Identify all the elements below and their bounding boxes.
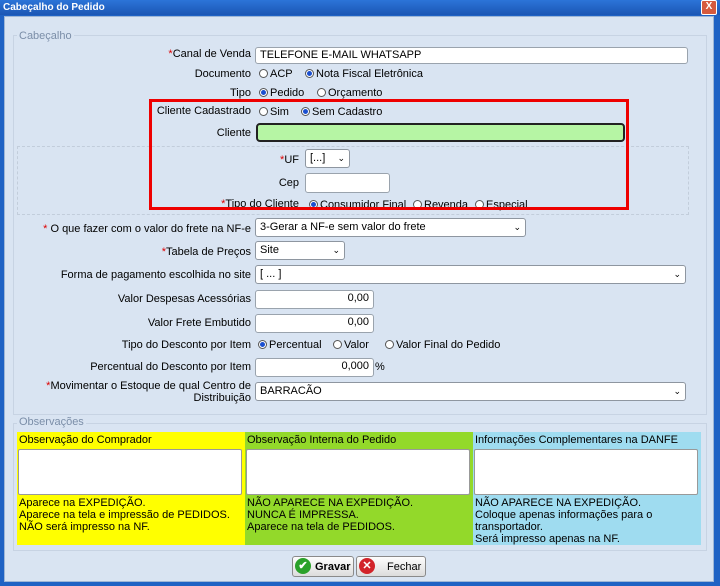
- perc-desconto-input[interactable]: 0,000: [255, 358, 374, 377]
- title-bar: Cabeçalho do Pedido X: [0, 0, 720, 15]
- tabela-select[interactable]: Site ⌄: [255, 241, 345, 260]
- tipo-pedido-radio[interactable]: Pedido: [259, 87, 304, 99]
- obs-danfe-title: Informações Complementares na DANFE: [475, 434, 678, 446]
- obs-danfe-note: Será impresso apenas na NF.: [475, 533, 620, 545]
- obs-danfe-panel: Informações Complementares na DANFE NÃO …: [473, 432, 701, 545]
- canal-input[interactable]: TELEFONE E-MAIL WHATSAPP: [255, 47, 688, 64]
- pagamento-select[interactable]: [ ... ] ⌄: [255, 265, 686, 284]
- obs-comprador-title: Observação do Comprador: [19, 434, 152, 446]
- obs-danfe-note: NÃO APARECE NA EXPEDIÇÃO.: [475, 497, 642, 509]
- obs-interna-note: NÃO APARECE NA EXPEDIÇÃO.: [247, 497, 414, 509]
- chevron-down-icon: ⌄: [513, 222, 521, 232]
- estoque-select[interactable]: BARRACÃO ⌄: [255, 382, 686, 401]
- tipo-label: Tipo: [230, 87, 251, 99]
- obs-interna-textarea[interactable]: [246, 449, 470, 495]
- window-title: Cabeçalho do Pedido: [3, 2, 105, 13]
- observacoes-legend: Observações: [17, 416, 86, 428]
- header-legend: Cabeçalho: [17, 30, 74, 42]
- estoque-label: *Movimentar o Estoque de qual Centro de …: [46, 380, 251, 404]
- close-icon: ✕: [359, 558, 375, 574]
- desconto-valor-radio[interactable]: Valor: [333, 339, 369, 351]
- desconto-valor-final-radio[interactable]: Valor Final do Pedido: [385, 339, 500, 351]
- pagamento-label: Forma de pagamento escolhida no site: [60, 269, 251, 281]
- desconto-percentual-radio[interactable]: Percentual: [258, 339, 322, 351]
- tabela-label: *Tabela de Preços: [161, 246, 251, 258]
- canal-label: *Canal de Venda: [168, 48, 251, 60]
- save-button[interactable]: ✔ Gravar: [292, 556, 354, 577]
- order-header-dialog: Cabeçalho *Canal de Venda TELEFONE E-MAI…: [4, 16, 714, 582]
- obs-comprador-note: Aparece na EXPEDIÇÃO.: [19, 497, 146, 509]
- check-icon: ✔: [295, 558, 311, 574]
- percent-unit: %: [375, 361, 385, 373]
- tipo-desconto-label: Tipo do Desconto por Item: [121, 339, 251, 351]
- close-button[interactable]: ✕ Fechar: [356, 556, 426, 577]
- obs-comprador-note: NÃO será impresso na NF.: [19, 521, 150, 533]
- chevron-down-icon: ⌄: [332, 245, 340, 255]
- obs-comprador-textarea[interactable]: [18, 449, 242, 495]
- obs-comprador-panel: Observação do Comprador Aparece na EXPED…: [17, 432, 245, 545]
- frete-embutido-label: Valor Frete Embutido: [147, 317, 251, 329]
- frete-label: * O que fazer com o valor do frete na NF…: [43, 223, 251, 235]
- perc-desconto-label: Percentual do Desconto por Item: [90, 361, 251, 373]
- despesas-label: Valor Despesas Acessórias: [117, 293, 251, 305]
- tipo-orcamento-radio[interactable]: Orçamento: [317, 87, 382, 99]
- frete-select[interactable]: 3-Gerar a NF-e sem valor do frete ⌄: [255, 218, 526, 237]
- documento-acp-radio[interactable]: ACP: [259, 68, 293, 80]
- documento-nfe-radio[interactable]: Nota Fiscal Eletrônica: [305, 68, 423, 80]
- chevron-down-icon: ⌄: [673, 269, 681, 279]
- frete-embutido-input[interactable]: 0,00: [255, 314, 374, 333]
- obs-interna-note: Aparece na tela de PEDIDOS.: [247, 521, 395, 533]
- obs-interna-note: NUNCA É IMPRESSA.: [247, 509, 359, 521]
- highlight-box: [149, 99, 629, 210]
- obs-danfe-note: Coloque apenas informações para o transp…: [475, 509, 653, 533]
- chevron-down-icon: ⌄: [673, 386, 681, 396]
- despesas-input[interactable]: 0,00: [255, 290, 374, 309]
- obs-danfe-textarea[interactable]: [474, 449, 698, 495]
- obs-comprador-note: Aparece na tela e impressão de PEDIDOS.: [19, 509, 230, 521]
- close-window-button[interactable]: X: [701, 0, 717, 15]
- documento-label: Documento: [194, 68, 251, 80]
- obs-interna-title: Observação Interna do Pedido: [247, 434, 397, 446]
- obs-interna-panel: Observação Interna do Pedido NÃO APARECE…: [245, 432, 473, 545]
